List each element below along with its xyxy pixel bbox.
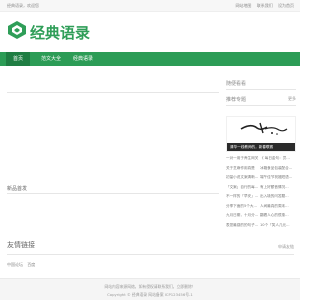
recommend-more-link[interactable]: 更多 xyxy=(288,96,296,102)
sitemap-link[interactable]: 网站地图 xyxy=(235,3,251,8)
divider xyxy=(226,105,296,106)
site-name: 经典语录 xyxy=(30,24,91,42)
list-item[interactable]: 关于芝麻作用真是 冰箱食品包装配合... xyxy=(226,166,296,176)
list-item[interactable]: 初量小说文案清晰... 端午佳节祝福短语... xyxy=(226,175,296,185)
friend-links-title: 友情链接 xyxy=(7,241,35,249)
site-logo[interactable]: 经典语录 xyxy=(7,20,97,42)
sidebar-top-title: 随便看看 xyxy=(226,81,247,87)
list-item[interactable]: 一对一用于养生网关《 每日金句：员... xyxy=(226,156,296,166)
set-homepage-link[interactable]: 设为首页 xyxy=(278,3,294,8)
friend-links: 中国论坛 百度 xyxy=(7,262,38,268)
divider xyxy=(226,89,296,90)
recommend-banner[interactable]: 清华一线教师的，新春联赛 xyxy=(226,116,296,152)
calligraphy-image xyxy=(240,122,288,135)
list-item[interactable]: 表您最感的的句子... 10个「笑人几元... xyxy=(226,223,296,233)
nav-item-essays[interactable]: 范文大全 xyxy=(36,52,66,66)
latest-title: 新品首发 xyxy=(7,186,28,192)
contact-link[interactable]: 联系我们 xyxy=(257,3,273,8)
list-item[interactable]: 分享下面的5个大... 人间最真的周末... xyxy=(226,204,296,214)
list-item[interactable]: 不一样的「早安」... 出入境的问答题... xyxy=(226,194,296,204)
top-bar: 经典语录，欢迎您 网站地图 联系我们 设为首页 xyxy=(0,0,300,12)
friend-link[interactable]: 中国论坛 xyxy=(7,262,23,267)
list-item[interactable]: 九月日期，十月分... 翻看人心的很惠... xyxy=(226,213,296,223)
footer: 网站内容来源网络，如有侵权请联系我们，立即删除！ Copyright © 经典语… xyxy=(0,278,300,300)
apply-friend-link[interactable]: 申请友链 xyxy=(278,244,294,250)
top-links: 网站地图 联系我们 设为首页 xyxy=(231,3,294,9)
nav-item-home[interactable]: 首页 xyxy=(6,52,30,66)
main-nav: 首页 范文大全 经典语录 xyxy=(0,52,300,66)
welcome-text: 经典语录，欢迎您 xyxy=(7,3,39,8)
recommend-title: 推荐专题 xyxy=(226,97,247,103)
footer-copyright: Copyright © 经典语录 网站备案 ICP123456号-1 xyxy=(107,292,193,297)
nav-item-quotes[interactable]: 经典语录 xyxy=(70,52,96,66)
banner-caption: 清华一线教师的，新春联赛 xyxy=(227,143,295,151)
footer-disclaimer: 网站内容来源网络，如有侵权请联系我们，立即删除！ xyxy=(104,284,196,289)
divider xyxy=(7,193,219,194)
divider xyxy=(7,254,294,255)
list-item[interactable]: 「文案」自行的每... 有上好颤音情况... xyxy=(226,185,296,195)
divider xyxy=(7,92,219,93)
friend-link[interactable]: 百度 xyxy=(27,262,35,267)
recommend-list: 一对一用于养生网关《 每日金句：员... 关于芝麻作用真是 冰箱食品包装配合...… xyxy=(226,156,296,232)
logo-icon xyxy=(8,21,26,39)
